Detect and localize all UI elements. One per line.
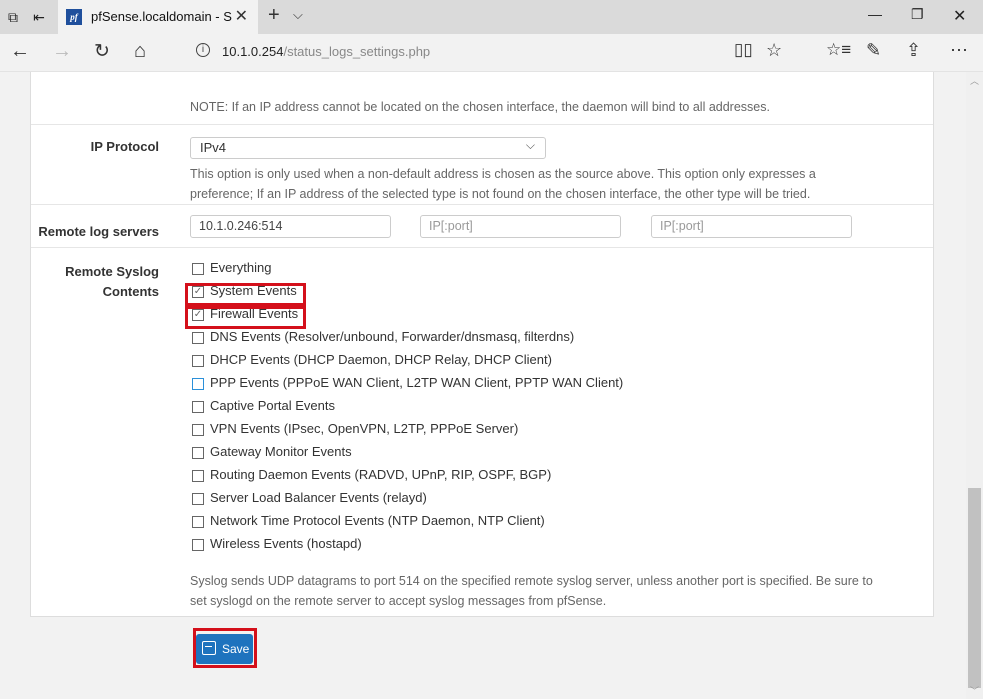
site-info-icon[interactable]: i [196, 43, 210, 57]
checkbox-unchecked-icon[interactable] [192, 493, 204, 505]
checkbox-label: VPN Events (IPsec, OpenVPN, L2TP, PPPoE … [210, 421, 519, 436]
restore-button[interactable]: ❐ [911, 6, 924, 23]
checkbox-label: DNS Events (Resolver/unbound, Forwarder/… [210, 329, 575, 344]
tab-list-chevron-icon[interactable]: ⌵ [293, 7, 303, 23]
floppy-disk-icon [202, 641, 216, 655]
more-menu-icon[interactable]: ⋯ [950, 40, 968, 61]
browser-tab-strip: ⧉ ⇤ pf pfSense.localdomain - S ✕ + ⌵ — ❐… [0, 0, 983, 34]
ip-protocol-help-line-2: preference; If an IP address of the sele… [190, 187, 811, 201]
pfsense-favicon-icon: pf [66, 9, 82, 25]
new-tab-button[interactable]: + [268, 4, 280, 27]
remote-log-servers-label: Remote log servers [38, 224, 159, 239]
forward-button[interactable]: → [52, 40, 72, 63]
ip-protocol-row: IP Protocol IPv4 ⌵ This option is only u… [31, 124, 933, 204]
scroll-down-arrow-icon[interactable]: ﹀ [970, 684, 979, 697]
remote-syslog-contents-row: Remote Syslog Contents Everything ✓ System… [31, 247, 933, 617]
highlight-system-events [185, 283, 306, 306]
chevron-down-icon: ⌵ [525, 138, 535, 152]
refresh-button[interactable]: ↻ [94, 40, 110, 63]
syslog-help-line-2: set syslogd on the remote server to acce… [190, 594, 607, 608]
save-button-label: Save [222, 642, 250, 656]
syslog-help-line-1: Syslog sends UDP datagrams to port 514 o… [190, 574, 873, 588]
checkbox-label: PPP Events (PPPoE WAN Client, L2TP WAN C… [210, 375, 624, 390]
ip-protocol-help-line-1: This option is only used when a non-defa… [190, 167, 816, 181]
checkbox-unchecked-icon[interactable] [192, 470, 204, 482]
set-tabs-aside-icon[interactable]: ⇤ [28, 6, 50, 28]
tab-close-icon[interactable]: ✕ [235, 6, 248, 26]
checkbox-label: Routing Daemon Events (RADVD, UPnP, RIP,… [210, 467, 552, 482]
checkbox-unchecked-icon[interactable] [192, 378, 204, 390]
checkbox-unchecked-icon[interactable] [192, 263, 204, 275]
favorites-hub-icon[interactable]: ☆≡ [826, 40, 851, 60]
browser-nav-bar: ← → ↻ ⌂ i 10.1.0.254/status_logs_setting… [0, 34, 983, 72]
checkbox-unchecked-icon[interactable] [192, 424, 204, 436]
checkbox-label: Captive Portal Events [210, 398, 336, 413]
url-text[interactable]: 10.1.0.254/status_logs_settings.php [222, 44, 430, 59]
checkbox-unchecked-icon[interactable] [192, 447, 204, 459]
browser-tab-active[interactable]: pf pfSense.localdomain - S ✕ [58, 0, 258, 34]
page-scrollbar[interactable]: ︿ ﹀ [966, 72, 983, 699]
scroll-up-arrow-icon[interactable]: ︿ [970, 74, 979, 87]
ip-protocol-select[interactable]: IPv4 ⌵ [190, 137, 546, 159]
window-close-button[interactable]: ✕ [953, 6, 966, 26]
favorite-star-icon[interactable]: ☆ [766, 40, 782, 61]
tab-preview-icon[interactable]: ⧉ [2, 6, 24, 28]
back-button[interactable]: ← [10, 40, 30, 63]
source-address-note: NOTE: If an IP address cannot be located… [190, 100, 770, 114]
checkbox-label: Network Time Protocol Events (NTP Daemon… [210, 513, 545, 528]
remote-server-2-input[interactable]: IP[:port] [420, 215, 621, 238]
checkbox-unchecked-icon[interactable] [192, 355, 204, 367]
settings-panel: NOTE: If an IP address cannot be located… [30, 72, 934, 617]
remote-server-1-input[interactable]: 10.1.0.246:514 [190, 215, 391, 238]
checkbox-label: Everything [210, 260, 272, 275]
checkbox-label: Wireless Events (hostapd) [210, 536, 362, 551]
checkbox-label: Server Load Balancer Events (relayd) [210, 490, 427, 505]
remote-syslog-label-line-1: Remote Syslog [65, 264, 159, 279]
checkbox-unchecked-icon[interactable] [192, 516, 204, 528]
checkbox-label: Gateway Monitor Events [210, 444, 352, 459]
ip-protocol-selected-value: IPv4 [200, 140, 227, 155]
remote-log-servers-row: Remote log servers 10.1.0.246:514 IP[:po… [31, 204, 933, 247]
save-button[interactable]: Save [196, 634, 253, 664]
minimize-button[interactable]: — [868, 6, 882, 22]
reading-view-icon[interactable]: ▯▯ [734, 40, 753, 60]
checkbox-label: DHCP Events (DHCP Daemon, DHCP Relay, DH… [210, 352, 552, 367]
ip-protocol-label: IP Protocol [90, 139, 159, 154]
remote-server-3-input[interactable]: IP[:port] [651, 215, 852, 238]
tab-title: pfSense.localdomain - S [91, 9, 232, 24]
highlight-firewall-events [185, 306, 306, 329]
home-button[interactable]: ⌂ [134, 40, 146, 63]
address-bar[interactable]: i 10.1.0.254/status_logs_settings.php [188, 39, 708, 67]
web-note-pen-icon[interactable]: ✎ [866, 40, 881, 61]
remote-syslog-label-line-2: Contents [102, 284, 159, 299]
scrollbar-thumb[interactable] [968, 488, 981, 688]
checkbox-unchecked-icon[interactable] [192, 401, 204, 413]
checkbox-unchecked-icon[interactable] [192, 539, 204, 551]
checkbox-unchecked-icon[interactable] [192, 332, 204, 344]
share-icon[interactable]: ⇪ [906, 40, 921, 61]
page-viewport: NOTE: If an IP address cannot be located… [0, 72, 966, 699]
